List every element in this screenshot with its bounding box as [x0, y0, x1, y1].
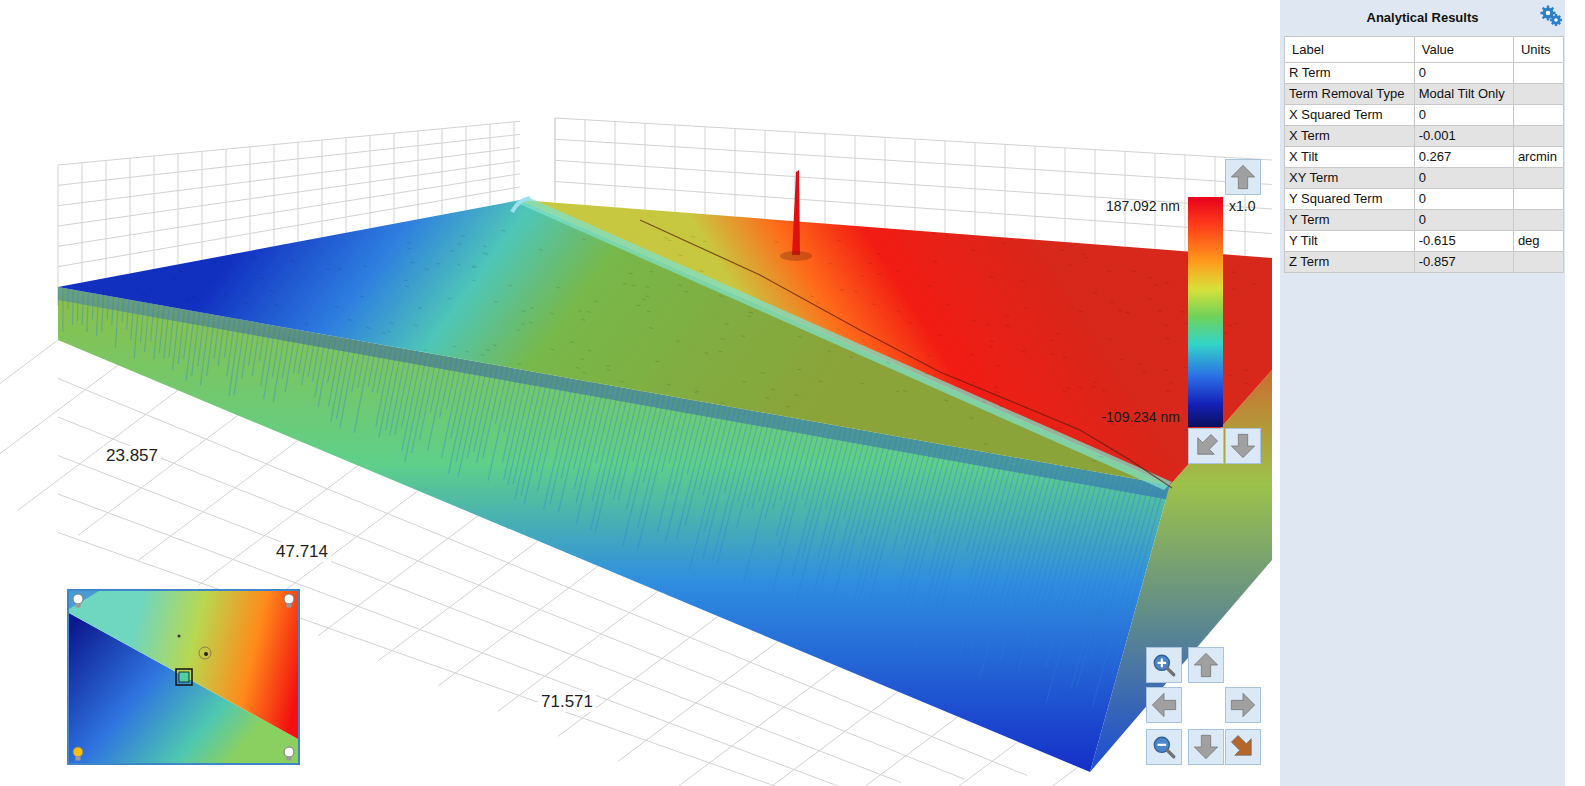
table-cell: Modal Tilt Only — [1414, 83, 1513, 104]
scale-up-button[interactable] — [1225, 159, 1261, 195]
table-cell: -0.857 — [1414, 251, 1513, 272]
zoom-out-icon — [1151, 734, 1177, 760]
table-cell — [1513, 251, 1563, 272]
table-cell: XY Term — [1285, 167, 1415, 188]
panel-header: Analytical Results — [1280, 0, 1565, 36]
table-cell: X Squared Term — [1285, 104, 1415, 125]
table-cell: -0.615 — [1414, 230, 1513, 251]
table-row[interactable]: X Term-0.001 — [1285, 125, 1564, 146]
settings-button[interactable] — [1539, 4, 1563, 28]
table-cell: Y Squared Term — [1285, 188, 1415, 209]
panel-title: Analytical Results — [1367, 10, 1479, 25]
arrow-up-icon — [1192, 651, 1220, 679]
arrow-left-icon — [1150, 691, 1178, 719]
table-cell — [1513, 167, 1563, 188]
table-cell: 0 — [1414, 209, 1513, 230]
arrow-down-left-icon — [1192, 432, 1220, 460]
analytical-results-panel: Analytical ResultsLabelValueUnitsR Term0… — [1280, 0, 1565, 786]
scale-reset-button[interactable] — [1188, 428, 1224, 464]
light-bulb-icon[interactable] — [284, 747, 294, 761]
zoom-in-icon — [1151, 652, 1177, 678]
table-cell — [1513, 209, 1563, 230]
light-bulb-icon[interactable] — [73, 594, 83, 608]
table-row[interactable]: Y Tilt-0.615deg — [1285, 230, 1564, 251]
table-cell — [1513, 125, 1563, 146]
table-cell: Y Term — [1285, 209, 1415, 230]
table-row[interactable]: R Term0 — [1285, 62, 1564, 83]
table-cell: Term Removal Type — [1285, 83, 1415, 104]
zoom-out-button[interactable] — [1146, 729, 1182, 765]
table-row[interactable]: Y Squared Term0 — [1285, 188, 1564, 209]
scale-min-label: -109.234 nm — [1101, 409, 1180, 426]
arrow-up-icon — [1229, 163, 1257, 191]
table-row[interactable]: X Tilt0.267arcmin — [1285, 146, 1564, 167]
viewport-marker[interactable] — [176, 669, 192, 685]
zoom-in-button[interactable] — [1146, 647, 1182, 683]
color-scale-bar — [1188, 197, 1223, 427]
scale-down-button[interactable] — [1225, 428, 1261, 464]
table-cell: 0.267 — [1414, 146, 1513, 167]
table-cell: X Term — [1285, 125, 1415, 146]
axis-tick-label: 23.857 — [103, 446, 161, 466]
light-bulb-icon[interactable] — [284, 594, 294, 608]
table-cell — [1513, 83, 1563, 104]
table-cell: X Tilt — [1285, 146, 1415, 167]
table-row[interactable]: Y Term0 — [1285, 209, 1564, 230]
table-cell: deg — [1513, 230, 1563, 251]
pan-up-button[interactable] — [1188, 647, 1224, 683]
pan-left-button[interactable] — [1146, 687, 1182, 723]
column-header[interactable]: Units — [1513, 36, 1563, 62]
table-cell — [1513, 62, 1563, 83]
table-cell: 0 — [1414, 62, 1513, 83]
arrow-down-icon — [1229, 432, 1257, 460]
table-cell: 0 — [1414, 167, 1513, 188]
arrow-right-icon — [1229, 691, 1257, 719]
minimap[interactable] — [67, 589, 300, 765]
table-cell: R Term — [1285, 62, 1415, 83]
table-cell — [1513, 188, 1563, 209]
pan-right-button[interactable] — [1225, 687, 1261, 723]
surface-view[interactable]: 23.857 47.714 71.571 187.092 nm -109.234 nm x… — [0, 0, 1280, 786]
pan-down-button[interactable] — [1188, 729, 1224, 765]
scale-max-label: 187.092 nm — [1106, 198, 1180, 215]
column-header[interactable]: Label — [1285, 36, 1415, 62]
table-row[interactable]: X Squared Term0 — [1285, 104, 1564, 125]
table-cell: Z Term — [1285, 251, 1415, 272]
table-row[interactable]: Z Term-0.857 — [1285, 251, 1564, 272]
results-table: LabelValueUnitsR Term0Term Removal TypeM… — [1284, 36, 1564, 273]
table-cell: 0 — [1414, 104, 1513, 125]
table-row[interactable]: XY Term0 — [1285, 167, 1564, 188]
table-cell: Y Tilt — [1285, 230, 1415, 251]
gear-icon — [1539, 4, 1563, 28]
table-cell — [1513, 104, 1563, 125]
table-row[interactable]: Term Removal TypeModal Tilt Only — [1285, 83, 1564, 104]
column-header[interactable]: Value — [1414, 36, 1513, 62]
table-header-row: LabelValueUnits — [1285, 36, 1564, 62]
scale-zoom-label: x1.0 — [1229, 198, 1255, 215]
table-cell: 0 — [1414, 188, 1513, 209]
table-cell: -0.001 — [1414, 125, 1513, 146]
reset-arrow-icon — [1229, 733, 1257, 761]
arrow-down-icon — [1192, 733, 1220, 761]
axis-tick-label: 71.571 — [538, 692, 596, 712]
reset-view-button[interactable] — [1225, 729, 1261, 765]
table-cell: arcmin — [1513, 146, 1563, 167]
light-bulb-icon[interactable] — [73, 747, 83, 761]
axis-tick-label: 47.714 — [273, 542, 331, 562]
